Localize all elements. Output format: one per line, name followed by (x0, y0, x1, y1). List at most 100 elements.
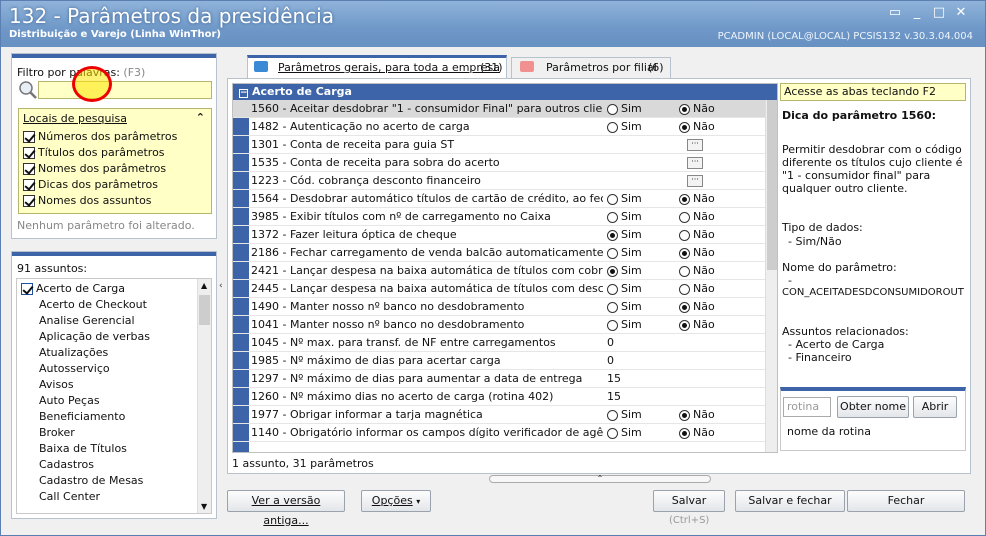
list-item[interactable]: Cadastro de Mesas (39, 473, 143, 489)
param-value[interactable]: ··· (605, 136, 777, 153)
radio-option-nao[interactable]: Não (679, 190, 715, 207)
param-value[interactable]: Sim Não (605, 424, 777, 441)
radio-option-sim[interactable]: Sim (607, 280, 642, 297)
location-item[interactable]: Dicas dos parâmetros (23, 177, 177, 193)
radio-option-sim[interactable]: Sim (607, 100, 642, 117)
location-item[interactable]: Números dos parâmetros (23, 129, 177, 145)
list-item[interactable]: Atualizações (39, 345, 108, 361)
param-text-value[interactable]: 0 (607, 352, 614, 369)
radio-option-nao[interactable]: Não (679, 424, 715, 441)
radio-empty-icon[interactable] (679, 229, 690, 241)
collapse-group-icon[interactable]: − (239, 89, 248, 98)
radio-option-sim[interactable]: Sim (607, 316, 642, 333)
param-value[interactable]: ··· (605, 172, 777, 189)
checkbox-checked-icon[interactable] (23, 163, 35, 175)
radio-selected-icon[interactable] (679, 103, 690, 115)
tab-branch-params[interactable]: Parâmetros por filial (6) (511, 57, 671, 79)
list-item[interactable]: Acerto de Carga (21, 281, 125, 297)
radio-option-sim[interactable]: Sim (607, 424, 642, 441)
scrollbar-thumb[interactable] (767, 100, 777, 270)
table-row[interactable]: 3985 - Exibir títulos com nº de carregam… (233, 208, 777, 226)
location-item[interactable]: Títulos dos parâmetros (23, 145, 177, 161)
checkbox-checked-icon[interactable] (23, 131, 35, 143)
param-value[interactable]: Sim Não (605, 262, 777, 279)
param-value[interactable]: 15 (605, 370, 777, 387)
scroll-up-icon[interactable]: ▲ (201, 281, 207, 290)
radio-option-sim[interactable]: Sim (607, 406, 642, 423)
scroll-down-icon[interactable]: ▼ (201, 502, 207, 511)
radio-option-nao[interactable]: Não (679, 208, 715, 225)
radio-option-nao[interactable]: Não (679, 406, 715, 423)
radio-selected-icon[interactable] (607, 229, 618, 241)
radio-option-nao[interactable]: Não (679, 316, 715, 333)
radio-option-sim[interactable]: Sim (607, 298, 642, 315)
collapse-icon[interactable]: ⌃ (196, 111, 205, 124)
ellipsis-button[interactable]: ··· (687, 175, 703, 187)
table-row[interactable]: 2421 - Lançar despesa na baixa automátic… (233, 262, 777, 280)
ellipsis-button[interactable]: ··· (687, 157, 703, 169)
radio-empty-icon[interactable] (607, 247, 618, 259)
table-row[interactable]: 1977 - Obrigar informar a tarja magnétic… (233, 406, 777, 424)
list-item[interactable]: Broker (39, 425, 75, 441)
open-button[interactable]: Abrir (913, 396, 957, 418)
collapse-bottom-icon[interactable]: ⌃ (489, 475, 711, 483)
param-text-value[interactable]: 15 (607, 388, 621, 405)
list-item[interactable]: Analise Gerencial (39, 313, 135, 329)
radio-empty-icon[interactable] (607, 103, 618, 115)
param-value[interactable]: ··· (605, 154, 777, 171)
radio-selected-icon[interactable] (679, 193, 690, 205)
collapse-left-icon[interactable]: ‹ (219, 281, 223, 291)
radio-option-nao[interactable]: Não (679, 262, 715, 279)
table-row[interactable]: 1372 - Fazer leitura óptica de cheque Sim… (233, 226, 777, 244)
list-item[interactable]: Acerto de Checkout (39, 297, 147, 313)
radio-option-sim[interactable]: Sim (607, 226, 642, 243)
list-item[interactable]: Aplicação de verbas (39, 329, 150, 345)
list-item[interactable]: Autosserviço (39, 361, 110, 377)
scrollbar[interactable]: ▲ ▼ (197, 279, 211, 513)
radio-option-nao[interactable]: Não (679, 226, 715, 243)
table-row[interactable]: 1140 - Obrigatório informar os campos dí… (233, 424, 777, 442)
list-item[interactable]: Cadastros (39, 457, 94, 473)
param-value[interactable]: 0 (605, 352, 777, 369)
param-value[interactable]: Sim Não (605, 244, 777, 261)
checkbox-checked-icon[interactable] (23, 195, 35, 207)
param-value[interactable]: Sim Não (605, 316, 777, 333)
radio-selected-icon[interactable] (679, 121, 690, 133)
radio-option-sim[interactable]: Sim (607, 208, 642, 225)
table-row[interactable]: 1045 - Nº max. para transf. de NF entre … (233, 334, 777, 352)
tab-general-params[interactable]: Parâmetros gerais, para toda a empresa (… (247, 55, 507, 79)
radio-empty-icon[interactable] (607, 283, 618, 295)
param-value[interactable]: 0 (605, 334, 777, 351)
param-value[interactable]: Sim Não (605, 190, 777, 207)
scrollbar-thumb[interactable] (199, 295, 210, 325)
table-row[interactable]: 1985 - Nº máximo de dias para acertar ca… (233, 352, 777, 370)
close-icon[interactable]: ✕ (951, 5, 971, 21)
radio-selected-icon[interactable] (679, 301, 690, 313)
radio-empty-icon[interactable] (607, 211, 618, 223)
radio-option-nao[interactable]: Não (679, 298, 715, 315)
list-item[interactable]: Auto Peças (39, 393, 100, 409)
radio-option-sim[interactable]: Sim (607, 190, 642, 207)
get-name-button[interactable]: Obter nome (837, 396, 909, 418)
radio-option-sim[interactable]: Sim (607, 262, 642, 279)
scrollbar[interactable] (765, 100, 777, 452)
table-row[interactable]: 1564 - Desdobrar automático títulos de c… (233, 190, 777, 208)
restore-icon[interactable]: ▭ (885, 5, 905, 21)
param-text-value[interactable]: 0 (607, 334, 614, 351)
radio-selected-icon[interactable] (679, 409, 690, 421)
old-version-button[interactable]: Ver a versão antiga... (227, 490, 345, 527)
maximize-icon[interactable]: □ (929, 5, 949, 21)
table-row[interactable]: 1260 - Nº máximo dias no acerto de carga… (233, 388, 777, 406)
table-row[interactable]: 1560 - Aceitar desdobrar "1 - consumidor… (233, 100, 777, 118)
radio-empty-icon[interactable] (679, 283, 690, 295)
radio-option-sim[interactable]: Sim (607, 244, 642, 261)
table-row[interactable]: 1482 - Autenticação no acerto de carga Si… (233, 118, 777, 136)
radio-selected-icon[interactable] (679, 319, 690, 331)
list-item[interactable]: Beneficiamento (39, 409, 125, 425)
list-item[interactable]: Avisos (39, 377, 74, 393)
routine-input[interactable]: rotina (783, 397, 831, 417)
table-row[interactable]: 1301 - Conta de receita para guia ST ··· (233, 136, 777, 154)
radio-option-nao[interactable]: Não (679, 244, 715, 261)
table-row[interactable]: 1490 - Manter nosso nº banco no desdobra… (233, 298, 777, 316)
param-value[interactable]: Sim Não (605, 280, 777, 297)
